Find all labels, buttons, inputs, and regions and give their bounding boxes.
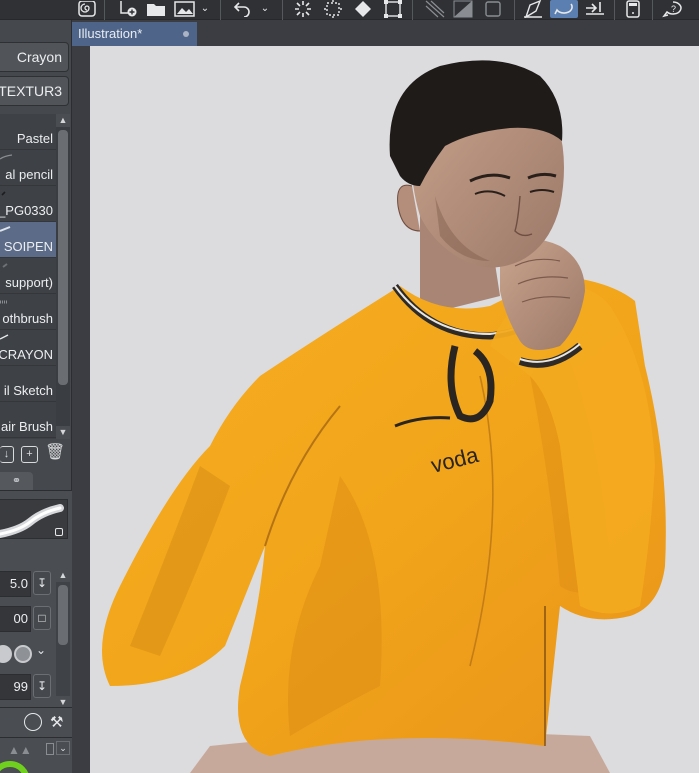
svg-text:?: ? — [671, 4, 676, 14]
canvas-area: voda — [72, 46, 699, 773]
brush-item[interactable]: othbrush — [0, 294, 56, 330]
trash-icon[interactable]: 🗑 — [45, 444, 65, 463]
scroll-up-icon[interactable]: ▲ — [56, 569, 70, 582]
duplicate-icon[interactable]: + — [21, 445, 38, 463]
brush-item[interactable]: air Brush — [0, 402, 56, 438]
add-page-icon[interactable] — [118, 0, 140, 18]
illustration-canvas[interactable]: voda — [90, 46, 699, 773]
brush-list-scrollbar[interactable]: ▲ ▼ — [56, 114, 70, 439]
fill-icon[interactable] — [352, 0, 374, 18]
gradient-icon[interactable] — [452, 0, 474, 18]
chevron-down-icon[interactable]: ⌄ — [36, 643, 46, 657]
mountain-icon[interactable]: ▲▲ — [8, 743, 32, 757]
tool-property-panel: 5.0 ▲▼ ↧ 00 ▲▼ □ ⌄ 99 ▲▼ ↧ ▲ — [0, 490, 72, 773]
lasso-icon[interactable] — [550, 0, 578, 18]
brush-item-label: CRAYON — [0, 347, 53, 362]
brush-item[interactable]: _PG0330 — [0, 186, 56, 222]
undo-icon[interactable] — [232, 0, 254, 18]
color-wheel-icon[interactable] — [0, 761, 30, 773]
transform-icon[interactable] — [382, 0, 404, 18]
brush-settings-icon[interactable] — [24, 713, 42, 731]
chevron-down-icon[interactable]: ⌄ — [258, 0, 272, 18]
illustration-artwork: voda — [102, 60, 666, 773]
brush-stroke-preview — [0, 300, 8, 304]
brush-stroke-preview — [0, 499, 68, 539]
pressure-icon[interactable]: □ — [33, 606, 51, 630]
chevron-down-icon[interactable]: ⌄ — [56, 741, 70, 755]
perspective-icon[interactable] — [424, 0, 446, 18]
brush-item-label: _PG0330 — [0, 203, 53, 218]
brush-list-actions: ↓ + 🗑 — [0, 443, 72, 465]
document-tab-bar: Illustration* — [72, 20, 699, 46]
download-icon[interactable]: ↓ — [0, 445, 14, 463]
ruler-pen-icon[interactable] — [522, 0, 544, 18]
brush-item-label: al pencil — [5, 167, 53, 182]
sub-tool-tab-label: TEXTUR3 — [0, 83, 62, 99]
unsaved-dot-icon[interactable] — [183, 31, 189, 37]
brush-stroke-preview — [0, 154, 13, 160]
scroll-down-icon[interactable]: ▼ — [56, 426, 70, 439]
download-icon[interactable]: ↧ — [33, 571, 51, 595]
square-icon[interactable] — [482, 0, 504, 18]
export-icon[interactable] — [584, 0, 606, 18]
clip-studio-window: ⌄ ⌄ ? Crayon TEXTUR3 Pastel al pencil _P… — [0, 0, 699, 773]
brush-item-label: Pastel — [16, 131, 53, 146]
document-tab[interactable]: Illustration* — [72, 22, 197, 46]
hint-icon[interactable]: ? — [662, 0, 684, 18]
lock-icon[interactable] — [55, 528, 63, 536]
image-icon[interactable] — [174, 0, 196, 18]
brush-item-label: il Sketch — [3, 383, 53, 398]
brush-item-label: air Brush — [0, 419, 53, 434]
folder-icon[interactable] — [146, 0, 168, 18]
link-icon[interactable]: ⚭ — [0, 472, 33, 490]
brush-tip-icon[interactable] — [0, 645, 12, 663]
brush-stroke-preview — [0, 226, 11, 232]
brush-item-label: SOIPEN — [3, 239, 53, 254]
burst-icon[interactable] — [292, 0, 314, 18]
brush-shape-row: ⌄ — [0, 641, 56, 667]
brush-item[interactable]: support) — [0, 258, 56, 294]
brush-item-label: support) — [5, 275, 53, 290]
property-scrollbar[interactable]: ▲ ▼ — [56, 569, 70, 709]
download-icon[interactable]: ↧ — [33, 674, 51, 698]
spiral-icon[interactable] — [76, 0, 98, 18]
dashed-burst-icon[interactable] — [322, 0, 344, 18]
brush-item[interactable]: SOIPEN — [0, 222, 56, 258]
command-bar: ⌄ ⌄ ? — [0, 0, 699, 20]
scrollbar-thumb[interactable] — [58, 130, 68, 385]
sub-tool-tab-crayon[interactable]: Crayon — [0, 42, 69, 72]
pin-icon[interactable] — [46, 743, 54, 755]
brush-stroke-preview — [2, 263, 8, 268]
opacity-row: 00 ▲▼ □ — [0, 606, 52, 632]
brush-size-field[interactable]: 5.0 — [0, 571, 31, 597]
brush-item[interactable]: il Sketch — [0, 366, 56, 402]
document-tab-title: Illustration* — [78, 26, 143, 41]
brush-list: Pastel al pencil _PG0330 SOIPEN support)… — [0, 114, 56, 439]
brush-tip-icon[interactable] — [14, 645, 32, 663]
brush-item[interactable]: CRAYON — [0, 330, 56, 366]
tablet-icon[interactable] — [622, 0, 644, 18]
brush-size-row: 5.0 ▲▼ ↧ — [0, 571, 52, 597]
scroll-up-icon[interactable]: ▲ — [56, 114, 70, 127]
sub-tool-tab-label: Crayon — [16, 49, 62, 65]
brush-item-label: othbrush — [2, 311, 53, 326]
brush-stroke-preview — [0, 334, 9, 340]
opacity-field[interactable]: 00 — [0, 606, 31, 632]
chevron-down-icon[interactable]: ⌄ — [198, 0, 212, 18]
brush-item[interactable]: Pastel — [0, 114, 56, 150]
scrollbar-thumb[interactable] — [58, 585, 68, 645]
sub-tool-tab-texture[interactable]: TEXTUR3 — [0, 76, 69, 106]
density-row: 99 ▲▼ ↧ — [0, 674, 52, 700]
density-field[interactable]: 99 — [0, 674, 31, 700]
wrench-icon[interactable]: ⚒ — [50, 713, 63, 731]
brush-item[interactable]: al pencil — [0, 150, 56, 186]
brush-stroke-preview — [1, 191, 6, 196]
tool-panel: Crayon TEXTUR3 Pastel al pencil _PG0330 … — [0, 20, 72, 773]
